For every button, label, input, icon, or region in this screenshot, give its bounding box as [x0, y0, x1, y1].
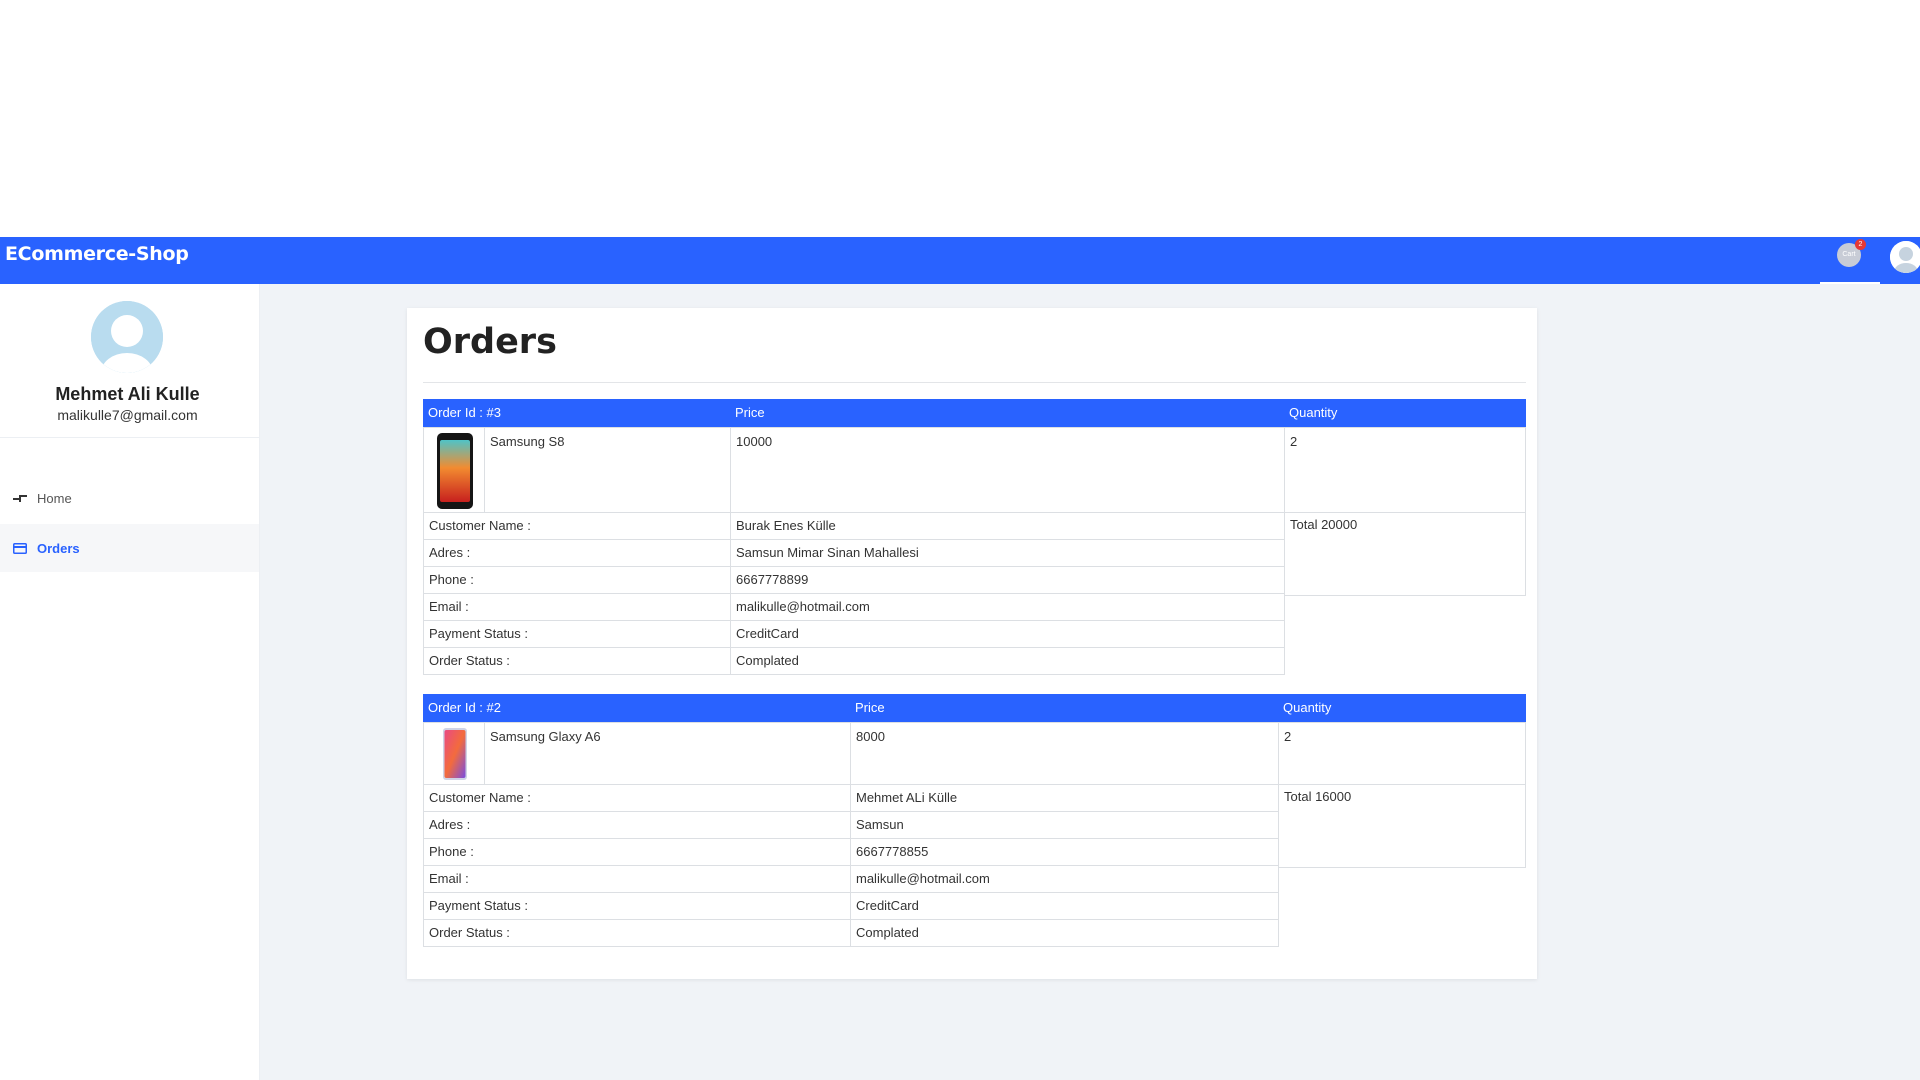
cart-count-badge: 2 — [1855, 239, 1866, 250]
quantity-cell: 2 — [1284, 427, 1526, 513]
sidebar-item-orders[interactable]: Orders — [0, 524, 259, 572]
detail-value-cell: Burak Enes Külle — [730, 512, 1285, 540]
product-image-cell — [423, 427, 485, 513]
detail-label-cell: Adres : — [423, 811, 851, 839]
detail-value-cell: Samsun — [850, 811, 1279, 839]
detail-label-cell: Payment Status : — [423, 892, 851, 920]
detail-value-cell: CreditCard — [850, 892, 1279, 920]
quantity-header: Quantity — [1289, 405, 1338, 420]
profile-section: Mehmet Ali Kulle malikulle7@gmail.com — [0, 284, 259, 438]
product-image — [443, 728, 467, 780]
order-table-header: Order Id : #3 Price Quantity — [423, 399, 1526, 427]
detail-label-cell: Customer Name : — [423, 784, 851, 812]
adres-label: Adres : — [429, 545, 471, 560]
adres-value: Samsun Mimar Sinan Mahallesi — [736, 545, 919, 560]
payment-status-label: Payment Status : — [429, 898, 528, 913]
payment-status-value: CreditCard — [736, 626, 799, 641]
price-value: 10000 — [736, 434, 773, 449]
order-status-value: Complated — [736, 653, 799, 668]
profile-name: Mehmet Ali Kulle — [55, 384, 200, 404]
order-status-label: Order Status : — [429, 653, 510, 668]
detail-value-cell: CreditCard — [730, 620, 1285, 648]
order-table-header: Order Id : #2 Price Quantity — [423, 694, 1526, 722]
page-title: Orders — [423, 322, 557, 362]
detail-label-cell: Phone : — [423, 838, 851, 866]
price-cell: 8000 — [850, 722, 1279, 785]
email-value: malikulle@hotmail.com — [736, 599, 870, 614]
phone-value: 6667778899 — [736, 572, 809, 587]
product-name: Samsung Glaxy A6 — [490, 729, 601, 744]
product-name: Samsung S8 — [490, 434, 565, 449]
profile-avatar — [91, 301, 163, 373]
total-cell: Total 16000 — [1278, 784, 1526, 868]
price-header: Price — [735, 405, 765, 420]
quantity-cell: 2 — [1278, 722, 1526, 785]
detail-value-cell: Complated — [730, 647, 1285, 675]
total-value: Total 16000 — [1284, 789, 1352, 804]
detail-label-cell: Payment Status : — [423, 620, 731, 648]
detail-label-cell: Order Status : — [423, 919, 851, 947]
sidebar-item-label: Home — [37, 490, 72, 506]
email-value: malikulle@hotmail.com — [856, 871, 990, 886]
order-table: Order Id : #3 Price Quantity Samsung S8 … — [423, 399, 1526, 678]
detail-label-cell: Adres : — [423, 539, 731, 567]
sidebar-item-home[interactable]: Home — [0, 474, 259, 522]
total-cell: Total 20000 — [1284, 512, 1526, 596]
card-icon — [12, 540, 28, 556]
detail-label-cell: Order Status : — [423, 647, 731, 675]
quantity-header: Quantity — [1283, 700, 1332, 715]
order-table: Order Id : #2 Price Quantity Samsung Gla… — [423, 694, 1526, 950]
cart-button[interactable]: Cart 2 — [1820, 237, 1880, 284]
detail-value-cell: Samsun Mimar Sinan Mahallesi — [730, 539, 1285, 567]
orders-card: Orders Order Id : #3 Price Quantity Sams… — [407, 308, 1537, 979]
customer-name-value: Mehmet ALi Külle — [856, 790, 958, 805]
phone-value: 6667778855 — [856, 844, 929, 859]
customer-name-value: Burak Enes Külle — [736, 518, 836, 533]
user-avatar-icon[interactable] — [1890, 241, 1920, 273]
adres-value: Samsun — [856, 817, 904, 832]
product-image-cell — [423, 722, 485, 785]
detail-value-cell: 6667778899 — [730, 566, 1285, 594]
detail-label-cell: Email : — [423, 593, 731, 621]
price-value: 8000 — [856, 729, 885, 744]
adres-label: Adres : — [429, 817, 471, 832]
top-navbar: ECommerce-Shop Cart 2 — [0, 237, 1920, 284]
customer-name-label: Customer Name : — [429, 518, 531, 533]
email-label: Email : — [429, 871, 469, 886]
price-header: Price — [855, 700, 885, 715]
detail-value-cell: malikulle@hotmail.com — [850, 865, 1279, 893]
detail-label-cell: Email : — [423, 865, 851, 893]
order-status-value: Complated — [856, 925, 919, 940]
payment-status-value: CreditCard — [856, 898, 919, 913]
quantity-value: 2 — [1290, 434, 1298, 449]
quantity-value: 2 — [1284, 729, 1292, 744]
profile-email: malikulle7@gmail.com — [57, 407, 198, 423]
title-divider — [423, 382, 1526, 383]
detail-value-cell: Complated — [850, 919, 1279, 947]
order-id: Order Id : #3 — [428, 405, 501, 420]
brand-logo[interactable]: ECommerce-Shop — [5, 237, 189, 284]
detail-value-cell: 6667778855 — [850, 838, 1279, 866]
phone-label: Phone : — [429, 572, 474, 587]
email-label: Email : — [429, 599, 469, 614]
customer-name-label: Customer Name : — [429, 790, 531, 805]
order-id: Order Id : #2 — [428, 700, 501, 715]
detail-value-cell: malikulle@hotmail.com — [730, 593, 1285, 621]
top-blank-area — [0, 0, 1920, 237]
payment-status-label: Payment Status : — [429, 626, 528, 641]
home-icon — [12, 490, 28, 506]
price-cell: 10000 — [730, 427, 1285, 513]
sidebar: Mehmet Ali Kulle malikulle7@gmail.com Ho… — [0, 284, 260, 1080]
product-name-cell: Samsung S8 — [484, 427, 731, 513]
detail-label-cell: Customer Name : — [423, 512, 731, 540]
order-status-label: Order Status : — [429, 925, 510, 940]
product-name-cell: Samsung Glaxy A6 — [484, 722, 851, 785]
phone-label: Phone : — [429, 844, 474, 859]
total-value: Total 20000 — [1290, 517, 1358, 532]
product-image — [437, 433, 473, 509]
detail-value-cell: Mehmet ALi Külle — [850, 784, 1279, 812]
sidebar-item-label: Orders — [37, 540, 80, 556]
detail-label-cell: Phone : — [423, 566, 731, 594]
